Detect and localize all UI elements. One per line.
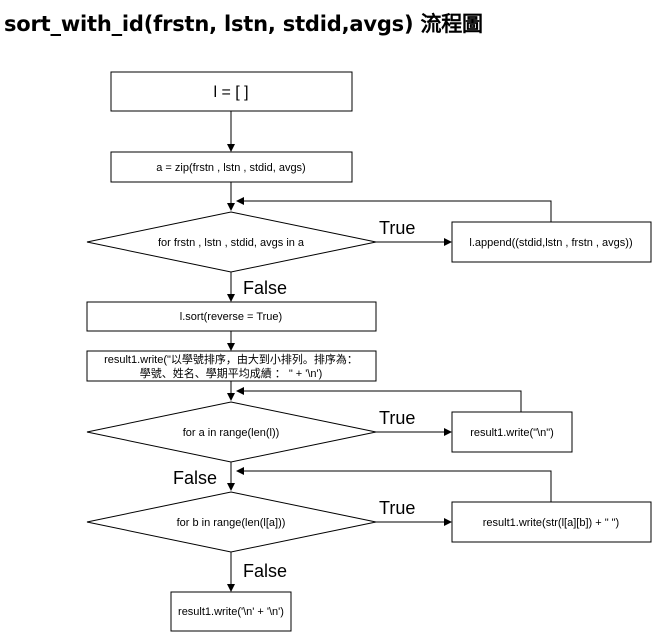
for-range-la-label: for b in range(len(l[a])) [177, 517, 286, 529]
sort-label: l.sort(reverse = True) [180, 311, 282, 323]
append-label: l.append((stdid,lstn , frstn , avgs)) [469, 237, 632, 249]
edge-label-true2: True [379, 408, 415, 428]
init-list-label: l = [ ] [213, 84, 248, 101]
for-loop-a-label: for frstn , lstn , stdid, avgs in a [158, 237, 305, 249]
flowchart: l = [ ] a = zip(frstn , lstn , stdid, av… [86, 71, 652, 632]
write-newline-label: result1.write("\n") [470, 427, 554, 439]
for-range-l-label: for a in range(len(l)) [183, 427, 280, 439]
write-end-label: result1.write('\n' + '\n') [178, 606, 284, 618]
write-header-line1: result1.write("以學號排序，由大到小排列。排序為： [104, 352, 358, 366]
edge-label-false1: False [243, 278, 287, 298]
edge-label-false3: False [243, 561, 287, 581]
edge-label-true3: True [379, 498, 415, 518]
write-header-line2: 學號、姓名、學期平均成績 ： " + '\n') [140, 366, 323, 380]
zip-assign-label: a = zip(frstn , lstn , stdid, avgs) [156, 162, 305, 174]
write-item-label: result1.write(str(l[a][b]) + " ") [483, 517, 619, 529]
edge-label-false2: False [173, 468, 217, 488]
edge-label-true1: True [379, 218, 415, 238]
